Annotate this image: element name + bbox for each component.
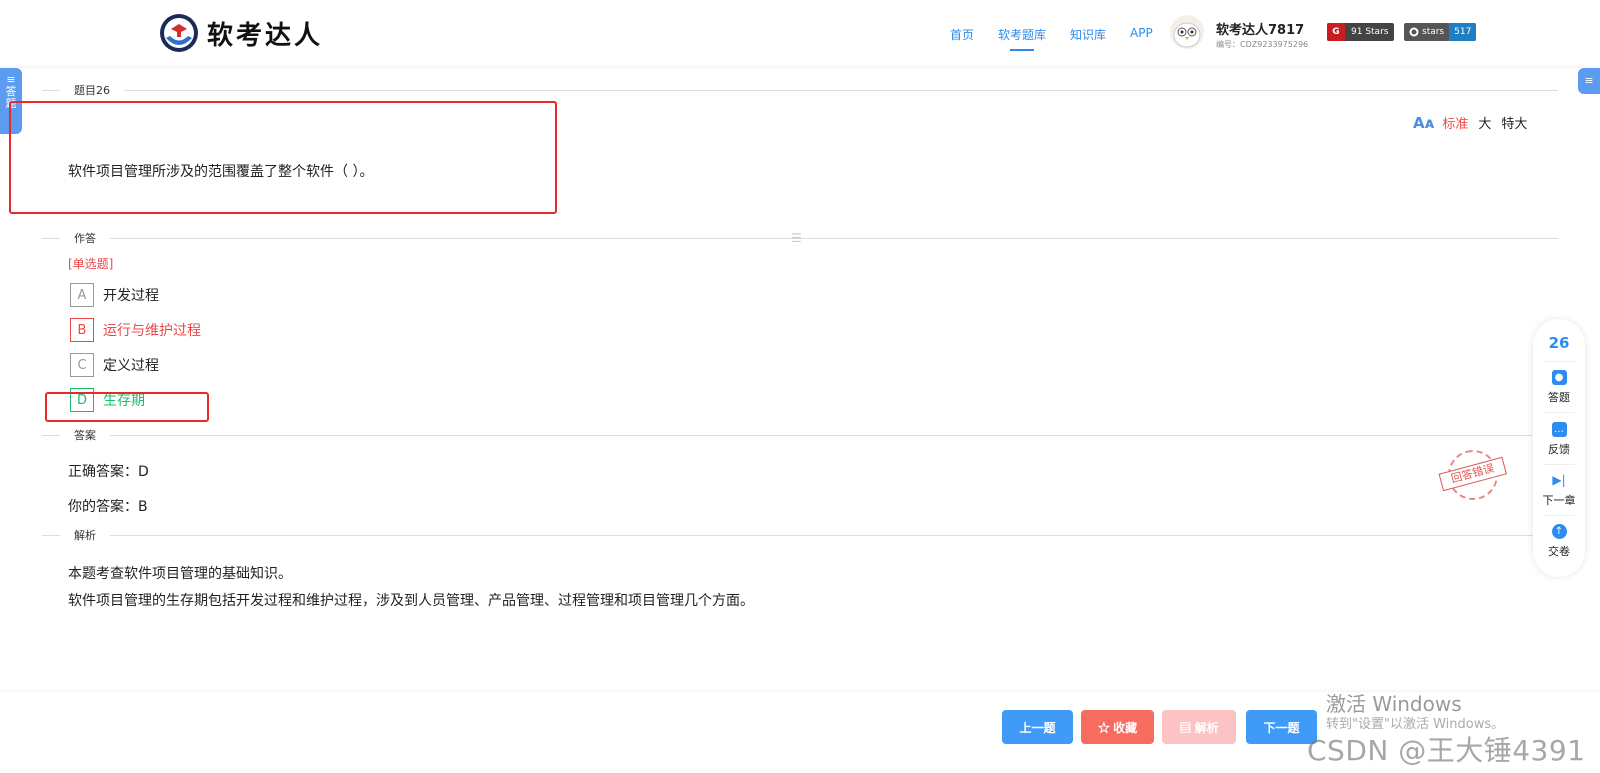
option-text: 定义过程 <box>103 358 159 374</box>
font-size-standard[interactable]: 标准 <box>1442 113 1468 132</box>
drag-handle-icon[interactable]: ☰ <box>791 232 809 244</box>
answer-sheet-button[interactable]: ● 答题 <box>1533 370 1585 405</box>
your-answer: 你的答案：B <box>68 499 148 515</box>
answer-sheet-icon: ● <box>1551 370 1567 385</box>
logo-text: 软考达人 <box>207 20 324 51</box>
gitee-icon: G <box>1327 23 1345 41</box>
option-c[interactable]: C 定义过程 <box>70 353 159 377</box>
analysis-line: 本题考查软件项目管理的基础知识。 <box>68 566 292 582</box>
feedback-button[interactable]: … 反馈 <box>1533 422 1585 457</box>
top-header: 软考达人 首页 软考题库 知识库 APP 软考达人7817 编号：CDZ9233… <box>0 0 1600 66</box>
next-chapter-button[interactable]: ▶| 下一章 <box>1533 473 1585 508</box>
option-a[interactable]: A 开发过程 <box>70 283 159 307</box>
divider <box>1543 464 1575 465</box>
nav-knowledge-base[interactable]: 知识库 <box>1070 26 1106 43</box>
question-number: 题目26 <box>74 84 110 97</box>
option-letter: A <box>70 283 94 307</box>
analysis-button[interactable]: ▤ 解析 <box>1162 710 1236 744</box>
upload-icon: ↑ <box>1551 524 1567 539</box>
font-size-xlarge[interactable]: 特大 <box>1501 113 1527 132</box>
skip-next-icon: ▶| <box>1552 473 1566 487</box>
result-section-label: 答案 <box>74 429 96 442</box>
avatar[interactable] <box>1170 15 1204 49</box>
option-text: 开发过程 <box>103 288 159 304</box>
highlight-box-question <box>9 101 557 214</box>
github-badge-label: stars <box>1422 27 1445 37</box>
wrong-answer-stamp: 回答错误 <box>1435 442 1512 507</box>
nav-question-bank[interactable]: 软考题库 <box>998 26 1046 51</box>
analysis-section-label: 解析 <box>74 529 96 542</box>
option-letter: C <box>70 353 94 377</box>
question-text: 软件项目管理所涉及的范围覆盖了整个软件（ ）。 <box>68 164 374 180</box>
nav-app[interactable]: APP <box>1130 26 1153 43</box>
github-icon <box>1409 27 1419 37</box>
user-id: 编号：CDZ9233975296 <box>1216 40 1309 49</box>
csdn-watermark: CSDN @王大锤4391 <box>1307 734 1586 767</box>
analysis-section-header: 解析 <box>42 529 1558 542</box>
answer-section-label: 作答 <box>74 232 96 245</box>
divider <box>1543 412 1575 413</box>
page: 软考达人 首页 软考题库 知识库 APP 软考达人7817 编号：CDZ9233… <box>0 0 1600 773</box>
font-size-switcher: Aᴀ 标准 大 特大 <box>1413 113 1537 133</box>
font-size-large[interactable]: 大 <box>1478 113 1491 132</box>
answer-sheet-label: 答题 <box>1548 391 1570 404</box>
owl-avatar-icon <box>1173 22 1201 48</box>
question-type: [单选题] <box>68 257 114 271</box>
correct-answer: 正确答案：D <box>68 464 149 480</box>
next-chapter-label: 下一章 <box>1542 494 1576 507</box>
option-b[interactable]: B 运行与维护过程 <box>70 318 201 342</box>
feedback-icon: … <box>1551 422 1567 437</box>
result-section-header: 答案 <box>42 429 1558 442</box>
github-badge-count: 517 <box>1449 23 1477 41</box>
divider <box>1543 361 1575 362</box>
user-name[interactable]: 软考达人7817 <box>1216 19 1304 38</box>
analysis-body: 本题考查软件项目管理的基础知识。 软件项目管理的生存期包括开发过程和维护过程，涉… <box>68 561 754 615</box>
analysis-line: 软件项目管理的生存期包括开发过程和维护过程，涉及到人员管理、产品管理、过程管理和… <box>68 593 754 609</box>
site-logo[interactable]: 软考达人 <box>158 12 323 54</box>
main-nav: 首页 软考题库 知识库 APP <box>950 26 1177 51</box>
question-section-header: 题目26 <box>42 84 1558 97</box>
highlight-box-option <box>45 392 209 422</box>
submit-paper-label: 交卷 <box>1548 545 1570 558</box>
font-size-icon: Aᴀ <box>1413 113 1435 132</box>
github-stars-badge[interactable]: stars 517 <box>1404 23 1477 41</box>
menu-tab[interactable]: ≡ <box>1578 68 1600 94</box>
gitee-stars-badge[interactable]: G 91 Stars <box>1327 23 1395 41</box>
gitee-badge-text: 91 Stars <box>1351 27 1389 37</box>
previous-question-button[interactable]: 上一题 <box>1002 710 1073 744</box>
current-question-number: 26 <box>1548 334 1570 352</box>
favorite-button[interactable]: ☆ 收藏 <box>1081 710 1154 744</box>
logo-icon <box>160 14 198 52</box>
submit-paper-button[interactable]: ↑ 交卷 <box>1533 524 1585 559</box>
nav-home[interactable]: 首页 <box>950 26 974 43</box>
option-letter: B <box>70 318 94 342</box>
option-text: 运行与维护过程 <box>103 323 201 339</box>
feedback-label: 反馈 <box>1548 443 1570 456</box>
floating-toolbar: 26 ● 答题 … 反馈 ▶| 下一章 ↑ 交卷 <box>1533 319 1585 577</box>
divider <box>1543 515 1575 516</box>
